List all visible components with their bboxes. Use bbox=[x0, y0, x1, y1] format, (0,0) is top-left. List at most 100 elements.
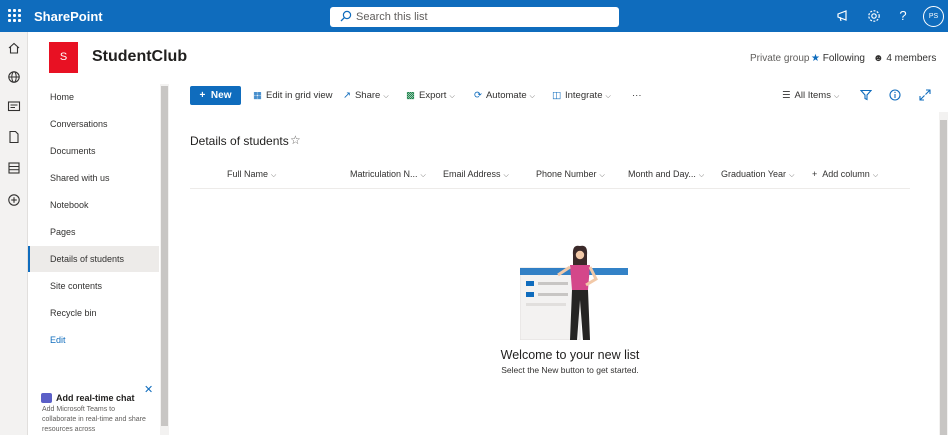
follow-button[interactable]: ★ Following bbox=[811, 53, 865, 64]
chevron-down-icon: ⌵ bbox=[271, 172, 277, 179]
share-label: Share bbox=[354, 90, 381, 101]
nav-item-site-contents[interactable]: Site contents bbox=[28, 273, 159, 299]
grid-icon: ▦ bbox=[253, 90, 262, 101]
column-header-row: Full Name ⌵ Matriculation N... ⌵ Email Add… bbox=[190, 160, 910, 189]
nav-item-documents[interactable]: Documents bbox=[28, 138, 159, 164]
members-label: 4 members bbox=[886, 53, 937, 64]
empty-list-illustration bbox=[520, 245, 628, 340]
list-title[interactable]: Details of students bbox=[190, 134, 289, 148]
chevron-down-icon: ⌵ bbox=[599, 172, 605, 179]
members-button[interactable]: ☻ 4 members bbox=[873, 53, 936, 64]
nav-scrollbar-thumb[interactable] bbox=[161, 86, 168, 426]
nav-item-recycle-bin[interactable]: Recycle bin bbox=[28, 300, 159, 326]
help-icon[interactable]: ? bbox=[895, 8, 911, 23]
new-button[interactable]: + New bbox=[190, 86, 241, 105]
gear-icon[interactable] bbox=[866, 8, 882, 24]
main-scrollbar-thumb[interactable] bbox=[940, 120, 947, 435]
app-rail bbox=[0, 32, 28, 435]
create-icon[interactable] bbox=[7, 193, 21, 207]
share-button[interactable]: ↗ Share ⌵ bbox=[343, 90, 389, 101]
empty-state-title: Welcome to your new list bbox=[500, 348, 640, 362]
chevron-down-icon: ⌵ bbox=[449, 93, 455, 100]
column-header-phone[interactable]: Phone Number ⌵ bbox=[536, 169, 605, 180]
view-switcher[interactable]: ☰ All Items ⌵ bbox=[782, 90, 839, 101]
suite-header: SharePoint Search this list ? PS bbox=[0, 0, 948, 32]
column-header-full-name[interactable]: Full Name ⌵ bbox=[227, 169, 276, 180]
chevron-down-icon: ⌵ bbox=[833, 93, 840, 100]
teams-chat-promo: Add real-time chat ✕ Add Microsoft Teams… bbox=[28, 378, 158, 435]
add-column-button[interactable]: + Add column ⌵ bbox=[812, 169, 878, 180]
search-box[interactable]: Search this list bbox=[330, 7, 619, 27]
chevron-down-icon: ⌵ bbox=[420, 172, 426, 179]
nav-edit-link[interactable]: Edit bbox=[28, 327, 159, 353]
column-header-graduation-year[interactable]: Graduation Year ⌵ bbox=[721, 169, 794, 180]
column-header-email[interactable]: Email Address ⌵ bbox=[443, 169, 509, 180]
search-icon bbox=[340, 10, 352, 22]
chevron-down-icon: ⌵ bbox=[872, 172, 879, 179]
column-label: Graduation Year bbox=[721, 169, 787, 179]
app-launcher-icon[interactable] bbox=[8, 9, 22, 23]
column-label: Phone Number bbox=[536, 169, 597, 179]
plus-icon: + bbox=[812, 169, 818, 179]
chevron-down-icon: ⌵ bbox=[383, 93, 389, 100]
home-icon[interactable] bbox=[7, 41, 21, 55]
automate-button[interactable]: ⟳ Automate ⌵ bbox=[474, 90, 535, 101]
privacy-label: Private group bbox=[750, 53, 810, 64]
main-scrollbar[interactable] bbox=[939, 112, 948, 435]
chat-promo-body: Add Microsoft Teams to collaborate in re… bbox=[42, 406, 146, 433]
integrate-button[interactable]: ◫ Integrate ⌵ bbox=[552, 90, 611, 101]
nav-item-details-of-students[interactable]: Details of students bbox=[28, 246, 159, 272]
edit-grid-button[interactable]: ▦ Edit in grid view bbox=[253, 90, 333, 101]
globe-icon[interactable] bbox=[7, 70, 21, 84]
chevron-down-icon: ⌵ bbox=[529, 93, 535, 100]
column-label: Full Name bbox=[227, 169, 269, 179]
column-header-month-day[interactable]: Month and Day... ⌵ bbox=[628, 169, 704, 180]
column-label: Email Address bbox=[443, 169, 501, 179]
command-bar: + New ▦ Edit in grid view ↗ Share ⌵ ▩ Export… bbox=[170, 84, 948, 108]
column-label: Matriculation N... bbox=[350, 169, 418, 179]
chevron-down-icon: ⌵ bbox=[605, 93, 611, 100]
info-icon[interactable] bbox=[889, 89, 901, 101]
nav-item-shared-with-us[interactable]: Shared with us bbox=[28, 165, 159, 191]
nav-item-notebook[interactable]: Notebook bbox=[28, 192, 159, 218]
plus-icon: + bbox=[199, 90, 206, 101]
edit-grid-label: Edit in grid view bbox=[265, 90, 333, 101]
export-button[interactable]: ▩ Export ⌵ bbox=[406, 90, 455, 101]
expand-icon[interactable] bbox=[919, 89, 931, 101]
close-icon[interactable]: ✕ bbox=[144, 383, 153, 396]
nav-item-pages[interactable]: Pages bbox=[28, 219, 159, 245]
nav-item-conversations[interactable]: Conversations bbox=[28, 111, 159, 137]
add-column-label: Add column bbox=[822, 169, 870, 179]
column-label: Month and Day... bbox=[628, 169, 696, 179]
app-name[interactable]: SharePoint bbox=[34, 9, 103, 24]
person-icon: ☻ bbox=[873, 53, 884, 64]
star-filled-icon: ★ bbox=[811, 53, 820, 64]
list-icon[interactable] bbox=[7, 161, 21, 175]
chevron-down-icon: ⌵ bbox=[789, 172, 795, 179]
file-icon[interactable] bbox=[7, 130, 21, 144]
megaphone-icon[interactable] bbox=[836, 8, 852, 24]
integrate-icon: ◫ bbox=[552, 90, 561, 101]
filter-icon[interactable] bbox=[860, 89, 872, 101]
nav-scrollbar[interactable] bbox=[160, 84, 169, 435]
follow-label: Following bbox=[822, 53, 865, 64]
site-logo[interactable]: S bbox=[49, 42, 78, 73]
integrate-label: Integrate bbox=[564, 90, 603, 101]
teams-icon bbox=[41, 393, 52, 403]
export-label: Export bbox=[418, 90, 447, 101]
column-header-matriculation[interactable]: Matriculation N... ⌵ bbox=[350, 169, 426, 180]
automate-icon: ⟳ bbox=[474, 90, 482, 101]
excel-icon: ▩ bbox=[406, 90, 415, 101]
view-label: All Items bbox=[794, 90, 831, 101]
empty-state-subtitle: Select the New button to get started. bbox=[501, 365, 639, 375]
search-input[interactable]: Search this list bbox=[356, 11, 428, 23]
more-options-button[interactable]: ··· bbox=[632, 90, 642, 101]
new-label: New bbox=[210, 90, 232, 101]
avatar[interactable]: PS bbox=[923, 6, 944, 27]
chat-promo-title[interactable]: Add real-time chat bbox=[56, 393, 135, 403]
site-title[interactable]: StudentClub bbox=[92, 48, 187, 66]
news-icon[interactable] bbox=[7, 99, 21, 113]
nav-item-home[interactable]: Home bbox=[28, 84, 159, 110]
favorite-star-icon[interactable]: ☆ bbox=[290, 133, 301, 147]
chevron-down-icon: ⌵ bbox=[698, 172, 705, 179]
